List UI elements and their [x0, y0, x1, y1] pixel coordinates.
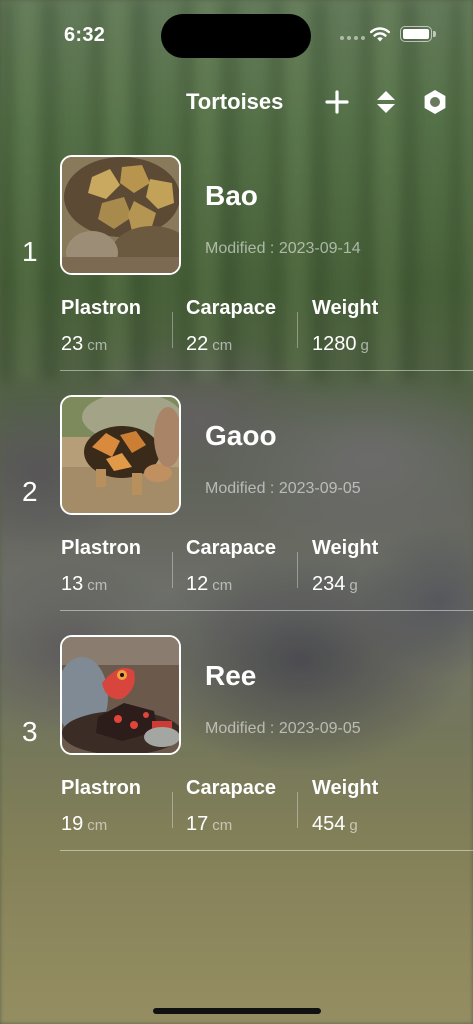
- carapace-label: Carapace: [186, 297, 277, 319]
- tortoise-photo-bao[interactable]: [60, 155, 181, 275]
- dynamic-island: [161, 14, 311, 58]
- row-separator: [60, 370, 473, 371]
- row-separator: [60, 850, 473, 851]
- tortoise-row-3[interactable]: 3 Ree Modified : 2023-09-05 Plastron 19 c…: [0, 630, 473, 870]
- tortoise-name: Gaoo: [205, 420, 277, 451]
- plastron-value: 13 cm: [61, 573, 108, 595]
- weight-value: 1280 g: [312, 333, 369, 355]
- divider: [297, 792, 298, 828]
- divider: [297, 552, 298, 588]
- sort-icon: [377, 91, 395, 113]
- page-title: Tortoises: [186, 89, 284, 114]
- plastron-label: Plastron: [61, 777, 142, 799]
- wifi-icon: [370, 27, 390, 42]
- status-time: 6:32: [64, 24, 106, 46]
- tortoise-name: Bao: [205, 180, 258, 211]
- carapace-label: Carapace: [186, 777, 277, 799]
- weight-label: Weight: [312, 297, 379, 319]
- weight-value: 454 g: [312, 813, 358, 835]
- plastron-label: Plastron: [61, 297, 142, 319]
- cellular-signal-icon: [340, 36, 365, 40]
- add-tortoise-button[interactable]: [323, 88, 351, 116]
- status-bar: 6:32: [0, 0, 473, 70]
- carapace-label: Carapace: [186, 537, 277, 559]
- tortoise-row-2[interactable]: 2 Gaoo Modified : 2023-09-05 Plastron 13…: [0, 390, 473, 630]
- modified-date: Modified : 2023-09-05: [205, 480, 361, 497]
- plus-icon: [325, 90, 349, 114]
- tortoise-photo-ree[interactable]: [60, 635, 181, 755]
- settings-button[interactable]: [421, 88, 449, 116]
- tortoise-photo-gaoo[interactable]: [60, 395, 181, 515]
- divider: [172, 792, 173, 828]
- carapace-value: 22 cm: [186, 333, 233, 355]
- modified-date: Modified : 2023-09-14: [205, 240, 361, 257]
- divider: [172, 312, 173, 348]
- plastron-label: Plastron: [61, 537, 142, 559]
- plastron-value: 19 cm: [61, 813, 108, 835]
- row-index: 3: [22, 716, 38, 747]
- tortoise-row-1[interactable]: 1 Bao Modified : 2023-09-14 Plastron 23 c…: [0, 150, 473, 390]
- divider: [297, 312, 298, 348]
- divider: [172, 552, 173, 588]
- tortoise-name: Ree: [205, 660, 257, 691]
- weight-value: 234 g: [312, 573, 358, 595]
- settings-icon: [424, 90, 446, 114]
- carapace-value: 17 cm: [186, 813, 233, 835]
- row-separator: [60, 610, 473, 611]
- plastron-value: 23 cm: [61, 333, 108, 355]
- sort-button[interactable]: [372, 88, 400, 116]
- home-indicator[interactable]: [153, 1008, 321, 1014]
- weight-label: Weight: [312, 537, 379, 559]
- row-index: 1: [22, 236, 38, 267]
- weight-label: Weight: [312, 777, 379, 799]
- row-index: 2: [22, 476, 38, 507]
- battery-icon: [400, 26, 436, 42]
- modified-date: Modified : 2023-09-05: [205, 720, 361, 737]
- carapace-value: 12 cm: [186, 573, 233, 595]
